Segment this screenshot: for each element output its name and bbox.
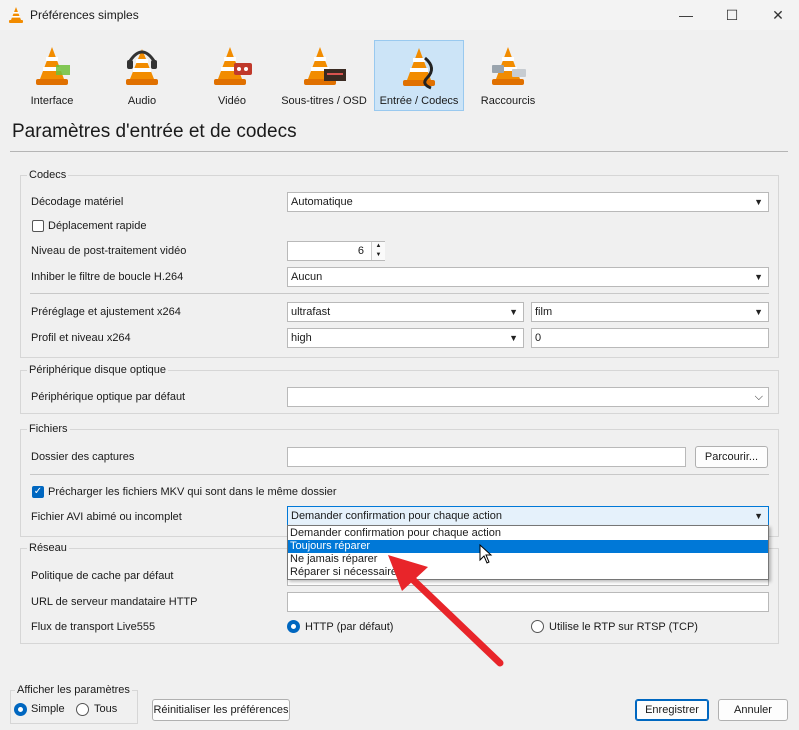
- tab-video[interactable]: Vidéo: [192, 40, 272, 110]
- postproc-label: Niveau de post-traitement vidéo: [31, 245, 187, 257]
- tab-audio-label: Audio: [127, 95, 157, 107]
- live555-label: Flux de transport Live555: [31, 621, 156, 633]
- save-button[interactable]: Enregistrer: [635, 699, 709, 721]
- all-radio-label: Tous: [94, 703, 118, 715]
- codecs-separator: [30, 293, 769, 294]
- x264-level-field[interactable]: 0: [531, 328, 769, 348]
- tab-hotkeys[interactable]: Raccourcis: [468, 40, 548, 110]
- cone-cable-icon: [403, 48, 435, 90]
- avi-option-never-repair[interactable]: Ne jamais réparer: [288, 553, 768, 566]
- avi-repair-dropdown-list: Demander confirmation pour chaque action…: [287, 525, 769, 580]
- tab-subtitles-osd[interactable]: Sous-titres / OSD: [280, 40, 368, 110]
- rtsp-radio[interactable]: [531, 620, 544, 633]
- chevron-down-icon: ▼: [509, 307, 518, 317]
- tab-audio[interactable]: Audio: [102, 40, 182, 110]
- postproc-stepper[interactable]: ▲ ▼: [371, 242, 385, 260]
- postproc-value: 6: [357, 245, 364, 257]
- simple-radio-label: Simple: [31, 703, 65, 715]
- cone-subtitles-icon: [304, 47, 346, 85]
- cone-headphones-icon: [126, 49, 158, 85]
- optical-group-title: Périphérique disque optique: [27, 364, 168, 376]
- tab-input-codecs[interactable]: Entrée / Codecs: [374, 40, 464, 111]
- rtsp-radio-label: Utilise le RTP sur RTSP (TCP): [549, 621, 698, 633]
- files-group-title: Fichiers: [27, 423, 70, 435]
- browse-button[interactable]: Parcourir...: [695, 446, 768, 468]
- x264-preset-select[interactable]: ultrafast ▼: [287, 302, 524, 322]
- cone-video-icon: [214, 47, 252, 85]
- proxy-label: URL de serveur mandataire HTTP: [31, 596, 198, 608]
- vlc-cone-icon: [9, 7, 23, 23]
- cone-interface-icon: [36, 47, 70, 85]
- tab-subtitles-label: Sous-titres / OSD: [281, 95, 367, 107]
- heading-divider: [10, 151, 788, 152]
- capture-dir-field[interactable]: [287, 447, 686, 467]
- preload-mkv-label: Précharger les fichiers MKV qui sont dan…: [48, 486, 337, 498]
- x264-preset-label: Préréglage et ajustement x264: [31, 306, 181, 318]
- cone-hotkeys-icon: [492, 47, 526, 85]
- fast-seek-label: Déplacement rapide: [48, 220, 147, 232]
- avi-repair-value: Demander confirmation pour chaque action: [291, 510, 502, 522]
- x264-tune-select[interactable]: film ▼: [531, 302, 769, 322]
- capture-dir-label: Dossier des captures: [31, 451, 135, 463]
- chevron-down-icon: ▼: [754, 307, 763, 317]
- tab-interface[interactable]: Interface: [12, 40, 92, 110]
- hw-decoding-select[interactable]: Automatique ▼: [287, 192, 769, 212]
- reset-preferences-button[interactable]: Réinitialiser les préférences: [152, 699, 290, 721]
- x264-level-value: 0: [535, 332, 542, 344]
- all-radio[interactable]: [76, 703, 89, 716]
- show-settings-title: Afficher les paramètres: [15, 684, 132, 696]
- avi-repair-select[interactable]: Demander confirmation pour chaque action…: [287, 506, 769, 526]
- h264-loop-select[interactable]: Aucun ▼: [287, 267, 769, 287]
- fast-seek-checkbox[interactable]: [32, 220, 44, 232]
- tab-input-codecs-label: Entrée / Codecs: [379, 95, 459, 107]
- window-title: Préférences simples: [30, 8, 139, 22]
- h264-loop-label: Inhiber le filtre de boucle H.264: [31, 271, 184, 283]
- proxy-field[interactable]: [287, 592, 769, 612]
- chevron-down-icon: ▼: [754, 197, 763, 207]
- tab-video-label: Vidéo: [218, 95, 246, 107]
- maximize-button[interactable]: ☐: [709, 0, 755, 30]
- x264-profile-value: high: [291, 332, 312, 344]
- avi-option-repair-if-needed[interactable]: Réparer si nécessaire: [288, 566, 768, 579]
- page-title: Paramètres d'entrée et de codecs: [12, 121, 297, 142]
- network-group-title: Réseau: [27, 542, 69, 554]
- chevron-down-icon: ▼: [509, 333, 518, 343]
- x264-tune-value: film: [535, 306, 553, 318]
- chevron-down-icon: ⌵: [754, 391, 763, 403]
- hw-decoding-label: Décodage matériel: [31, 196, 124, 208]
- cancel-button[interactable]: Annuler: [718, 699, 788, 721]
- close-button[interactable]: ✕: [755, 0, 799, 30]
- avi-option-always-repair[interactable]: Toujours réparer: [288, 540, 768, 553]
- codecs-group-title: Codecs: [27, 169, 69, 181]
- h264-loop-value: Aucun: [291, 271, 323, 283]
- minimize-button[interactable]: —: [663, 0, 709, 30]
- chevron-down-icon: ▼: [754, 511, 763, 521]
- red-arrow-annotation: [388, 555, 504, 667]
- hw-decoding-value: Automatique: [291, 196, 353, 208]
- avi-label: Fichier AVI abimé ou incomplet: [31, 511, 182, 523]
- tab-hotkeys-label: Raccourcis: [480, 95, 536, 107]
- optical-device-label: Périphérique optique par défaut: [31, 391, 186, 403]
- avi-option-ask[interactable]: Demander confirmation pour chaque action: [288, 527, 768, 540]
- http-radio[interactable]: [287, 620, 300, 633]
- chevron-down-icon: ▼: [754, 272, 763, 282]
- cache-policy-label: Politique de cache par défaut: [31, 570, 174, 582]
- x264-profile-select[interactable]: high ▼: [287, 328, 524, 348]
- files-separator: [30, 474, 769, 475]
- preload-mkv-checkbox[interactable]: ✓: [32, 486, 44, 498]
- simple-radio[interactable]: [14, 703, 27, 716]
- title-bar: Préférences simples — ☐ ✕: [0, 0, 799, 30]
- tab-interface-label: Interface: [30, 95, 74, 107]
- x264-profile-label: Profil et niveau x264: [31, 332, 131, 344]
- optical-device-select[interactable]: ⌵: [287, 387, 769, 407]
- x264-preset-value: ultrafast: [291, 306, 331, 318]
